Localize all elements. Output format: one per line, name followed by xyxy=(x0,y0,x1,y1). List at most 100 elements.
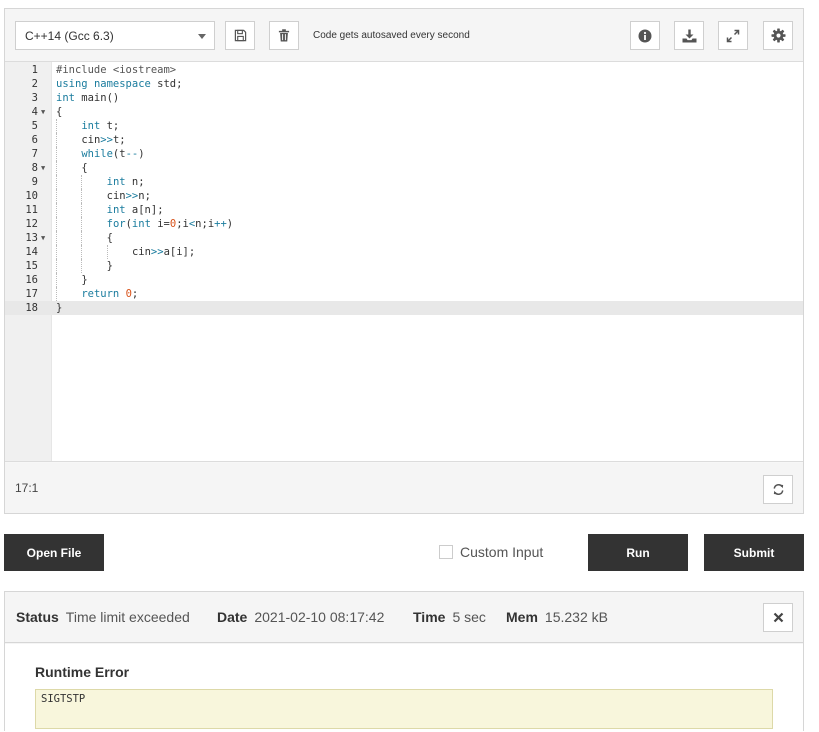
delete-button[interactable] xyxy=(269,21,299,50)
code-line[interactable]: 18} xyxy=(5,301,803,315)
run-button[interactable]: Run xyxy=(588,534,688,571)
code-line[interactable]: 15} xyxy=(5,259,803,273)
code-token: int xyxy=(106,176,126,188)
code-token: } xyxy=(106,260,113,272)
indent-guide xyxy=(56,273,57,287)
code-line[interactable]: 8 ▼ { xyxy=(5,161,803,175)
code-line[interactable]: 16} xyxy=(5,273,803,287)
code-line[interactable]: 5 int t; xyxy=(5,119,803,133)
download-button[interactable] xyxy=(674,21,704,50)
code-text: { xyxy=(107,231,113,245)
code-text: int n; xyxy=(107,175,145,189)
code-token: t; xyxy=(100,120,120,132)
code-token: >> xyxy=(150,246,164,258)
code-token: -- xyxy=(125,148,139,160)
save-button[interactable] xyxy=(225,21,255,50)
code-token: >> xyxy=(125,190,139,202)
line-number: 17 xyxy=(25,288,38,300)
code-text: { xyxy=(81,161,87,175)
custom-input-toggle[interactable]: Custom Input xyxy=(439,543,543,561)
code-token: a[n]; xyxy=(125,204,164,216)
runtime-error-title: Runtime Error xyxy=(35,664,130,680)
code-line[interactable]: 6 cin>>t; xyxy=(5,133,803,147)
fold-arrow-icon[interactable]: ▼ xyxy=(41,161,45,175)
code-line[interactable]: 3 int main() xyxy=(5,91,803,105)
status-field: Status Time limit exceeded xyxy=(16,609,190,625)
editor-toolbar: C++14 (Gcc 6.3) Code gets autosaved ever… xyxy=(5,9,803,62)
memory-field: Mem 15.232 kB xyxy=(506,609,608,625)
code-token: (t xyxy=(112,148,126,160)
language-select-value: C++14 (Gcc 6.3) xyxy=(25,29,114,43)
code-line[interactable]: 2 using namespace std; xyxy=(5,77,803,91)
line-number: 9 xyxy=(31,176,38,188)
date-field: Date 2021-02-10 08:17:42 xyxy=(217,609,384,625)
mem-value: 15.232 kB xyxy=(544,609,608,625)
code-line[interactable]: 4 ▼ { xyxy=(5,105,803,119)
chevron-down-icon xyxy=(198,34,206,39)
code-text: cin>>n; xyxy=(107,189,151,203)
code-token: for xyxy=(106,218,126,230)
fullscreen-button[interactable] xyxy=(718,21,748,50)
line-number: 14 xyxy=(25,246,38,258)
code-token: int xyxy=(131,218,151,230)
code-text: int t; xyxy=(81,119,119,133)
code-text: #include <iostream> xyxy=(56,63,176,77)
editor-statusbar: 17:1 xyxy=(5,463,803,513)
code-line[interactable]: 7 while(t--) xyxy=(5,147,803,161)
code-text: return 0; xyxy=(81,287,138,301)
fold-arrow-icon[interactable]: ▼ xyxy=(41,105,45,119)
result-header: Status Time limit exceeded Date 2021-02-10… xyxy=(5,592,803,643)
indent-guide xyxy=(56,119,57,133)
custom-input-checkbox[interactable] xyxy=(439,545,453,559)
gear-icon xyxy=(770,28,786,43)
info-button[interactable] xyxy=(630,21,660,50)
line-number: 3 xyxy=(31,92,38,104)
indent-guide xyxy=(56,203,57,217)
code-line[interactable]: 10 cin>>n; xyxy=(5,189,803,203)
indent-guide xyxy=(56,231,57,245)
code-token: std; xyxy=(150,78,183,90)
code-line[interactable]: 1 #include <iostream> xyxy=(5,63,803,77)
indent-guide xyxy=(56,161,57,175)
open-file-button[interactable]: Open File xyxy=(4,534,104,571)
line-number: 1 xyxy=(31,64,38,76)
line-number: 5 xyxy=(31,120,38,132)
line-number: 13 xyxy=(25,232,38,244)
indent-guide xyxy=(81,203,83,217)
code-token: t; xyxy=(112,134,126,146)
code-line[interactable]: 11 int a[n]; xyxy=(5,203,803,217)
code-line[interactable]: 12 for(int i=0;i<n;i++) xyxy=(5,217,803,231)
code-token: main() xyxy=(74,92,120,104)
code-token: ;i xyxy=(176,218,189,230)
code-token: n;i xyxy=(195,218,215,230)
info-icon xyxy=(638,29,652,42)
line-number: 16 xyxy=(25,274,38,286)
code-line[interactable]: 17 return 0; xyxy=(5,287,803,301)
code-token: ; xyxy=(131,288,139,300)
indent-guide xyxy=(81,259,83,273)
code-text: int main() xyxy=(56,91,119,105)
code-text: while(t--) xyxy=(81,147,144,161)
code-token: namespace xyxy=(93,78,151,90)
submit-button[interactable]: Submit xyxy=(704,534,804,571)
code-token: { xyxy=(81,162,88,174)
code-token: n; xyxy=(138,190,151,202)
refresh-icon xyxy=(773,484,783,495)
settings-button[interactable] xyxy=(763,21,793,50)
language-select[interactable]: C++14 (Gcc 6.3) xyxy=(15,21,215,50)
code-line[interactable]: 13 ▼ { xyxy=(5,231,803,245)
mem-label: Mem xyxy=(506,609,538,625)
time-value: 5 sec xyxy=(452,609,486,625)
reset-button[interactable] xyxy=(763,475,793,504)
download-icon xyxy=(682,29,696,42)
line-number: 18 xyxy=(25,302,38,314)
close-icon xyxy=(773,612,783,623)
code-editor[interactable]: 1 #include <iostream> 2 using namespace std… xyxy=(5,62,803,462)
code-line[interactable]: 9 int n; xyxy=(5,175,803,189)
code-line[interactable]: 14 cin>>a[i]; xyxy=(5,245,803,259)
fold-arrow-icon[interactable]: ▼ xyxy=(41,231,45,245)
close-result-button[interactable] xyxy=(763,603,793,632)
code-token: return xyxy=(81,288,120,300)
indent-guide xyxy=(56,245,57,259)
indent-guide xyxy=(56,133,57,147)
